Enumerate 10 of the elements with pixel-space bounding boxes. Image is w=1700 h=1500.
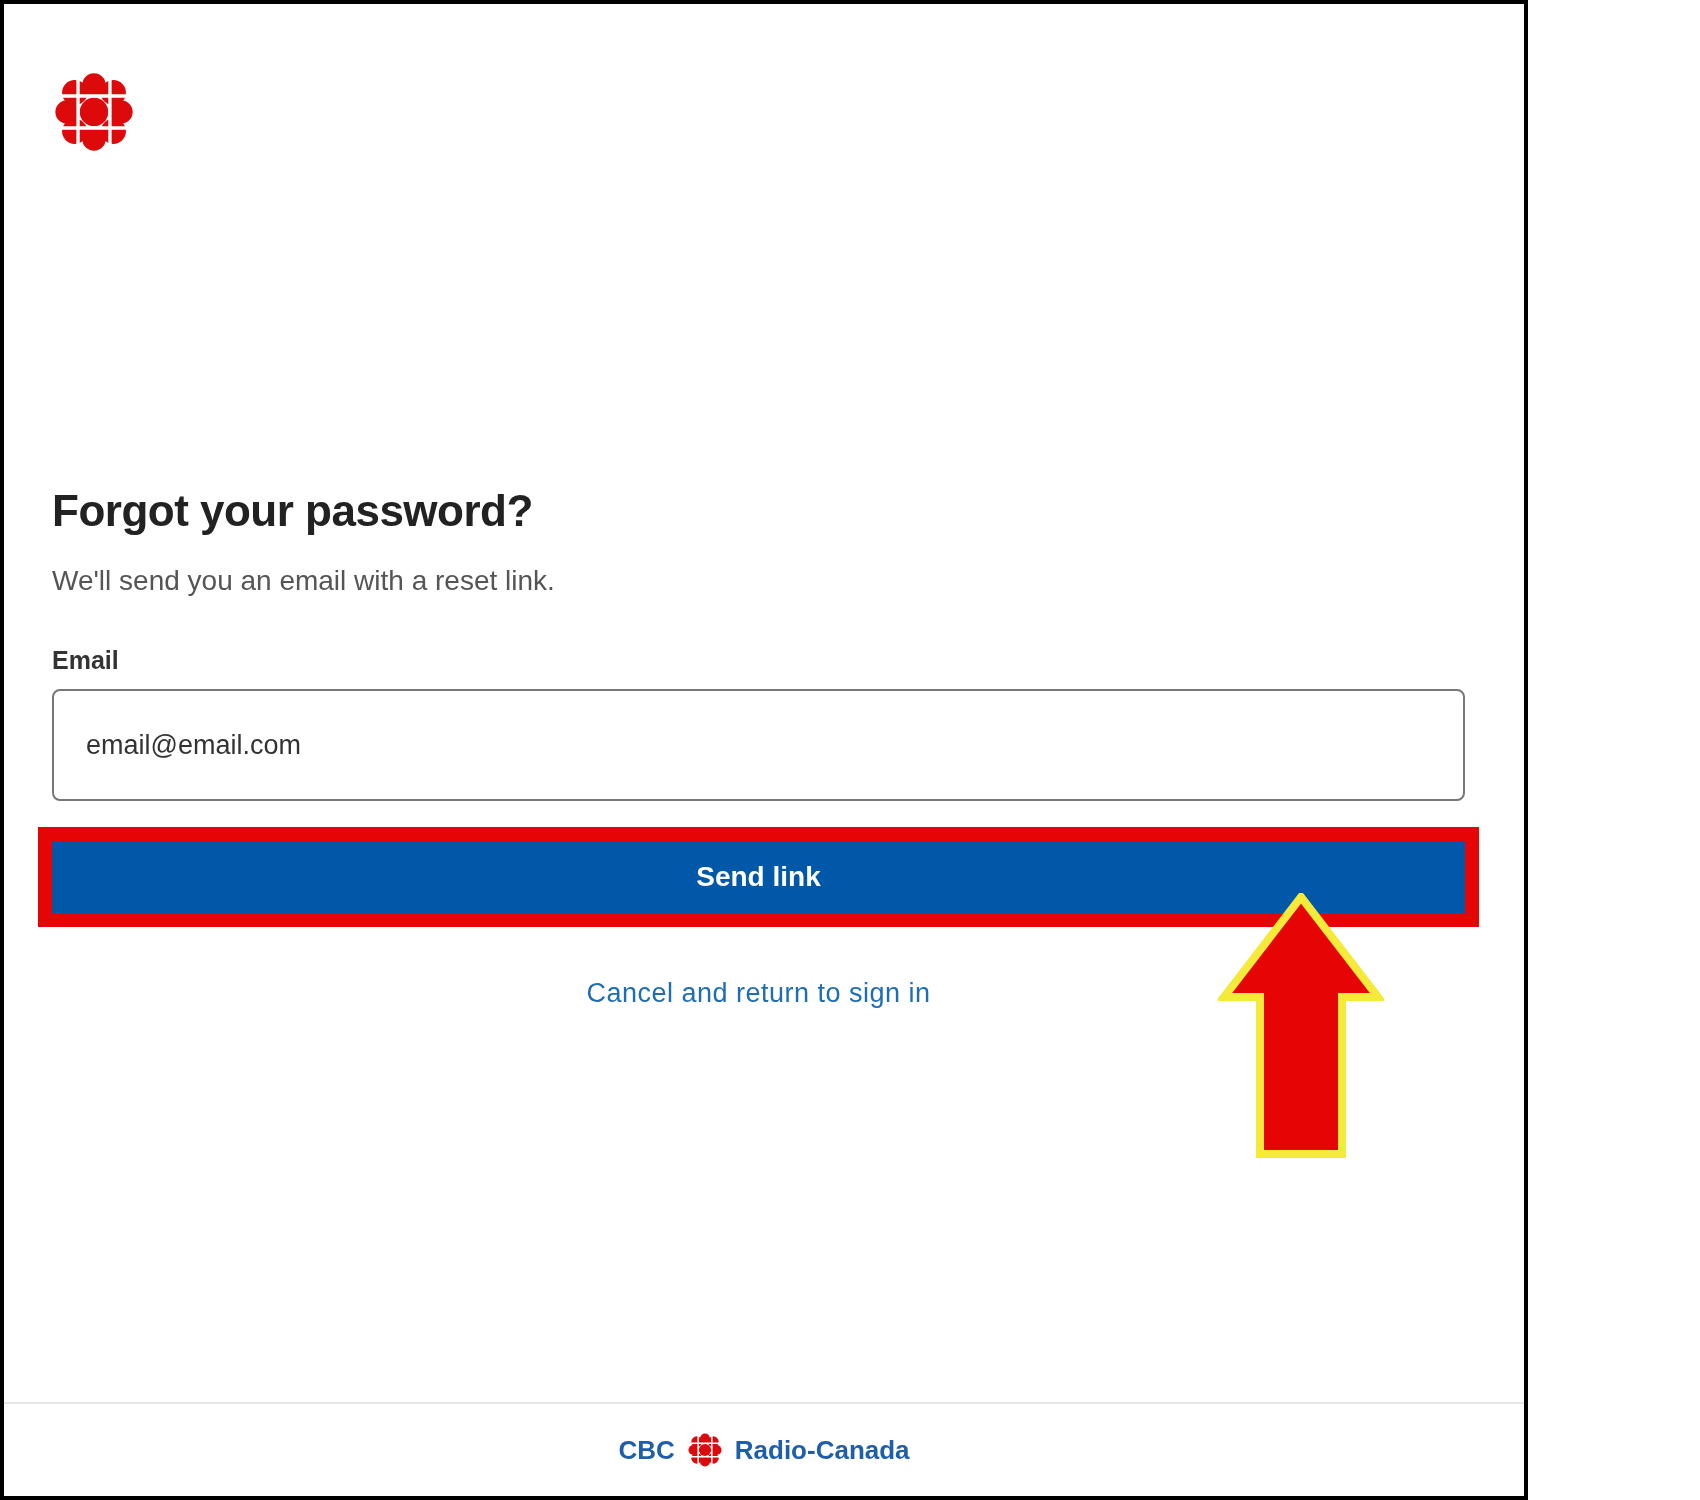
subtitle: We'll send you an email with a reset link. [52, 563, 556, 598]
logo-icon [686, 1432, 723, 1468]
send-link-button[interactable]: Send link [52, 841, 1465, 914]
brand-text: CBC [618, 1433, 675, 1467]
page-heading: Forgot your password? [52, 485, 534, 537]
email-label: Email [52, 644, 120, 676]
cancel-link[interactable]: Cancel and return to sign in [586, 978, 931, 1009]
email-field[interactable]: email@email.com [52, 689, 1465, 802]
logo-icon [52, 70, 136, 154]
brand-text: Radio-Canada [734, 1433, 910, 1467]
